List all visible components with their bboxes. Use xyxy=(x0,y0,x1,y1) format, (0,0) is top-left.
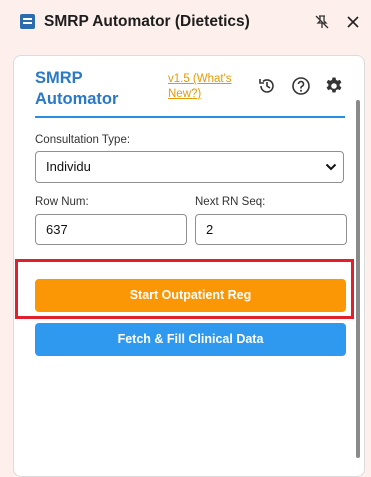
next-rn-seq-input[interactable]: 2 xyxy=(195,214,347,245)
history-icon xyxy=(259,79,274,93)
app-icon xyxy=(20,14,35,29)
window-title: SMRP Automator (Dietetics) xyxy=(44,13,250,30)
scrollbar[interactable] xyxy=(356,100,360,458)
consultation-type-select[interactable]: Individu xyxy=(35,151,344,183)
row-num-input[interactable]: 637 xyxy=(35,214,187,245)
title-bar: SMRP Automator (Dietetics) xyxy=(0,0,371,44)
consultation-type-value: Individu xyxy=(46,159,91,174)
brand-title: SMRP Automator xyxy=(35,69,119,108)
row-num-label: Row Num: xyxy=(35,196,89,208)
settings-button[interactable] xyxy=(323,75,345,97)
chevron-down-icon xyxy=(325,163,337,171)
next-rn-seq-label: Next RN Seq: xyxy=(195,196,266,208)
help-icon xyxy=(292,77,310,95)
fetch-fill-clinical-data-button[interactable]: Fetch & Fill Clinical Data xyxy=(35,323,346,356)
consultation-type-label: Consultation Type: xyxy=(35,134,131,146)
close-button[interactable] xyxy=(343,12,363,32)
header-divider xyxy=(35,116,345,118)
unpin-icon[interactable] xyxy=(312,12,332,32)
version-link[interactable]: v1.5 (What's New?) xyxy=(168,72,244,102)
help-button[interactable] xyxy=(290,75,312,97)
close-icon xyxy=(347,16,359,28)
history-button[interactable] xyxy=(256,75,278,97)
highlight-box xyxy=(15,259,354,319)
gear-icon xyxy=(326,77,342,93)
